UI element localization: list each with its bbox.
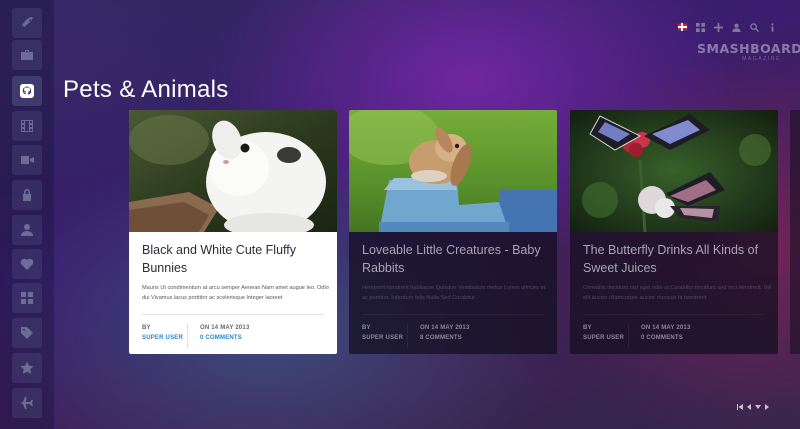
comments-link[interactable]: 0 COMMENTS (641, 335, 691, 341)
sidebar-item-user[interactable] (12, 215, 42, 245)
next-page-icon[interactable] (754, 403, 762, 411)
article-title[interactable]: Loveable Little Creatures - Baby Rabbits (362, 241, 548, 277)
article-image[interactable] (349, 110, 557, 232)
search-icon[interactable] (748, 22, 760, 32)
divider (362, 314, 544, 315)
divider (142, 314, 324, 315)
article-excerpt: Hendrerit hendrerit habitasse Quisque Ve… (362, 285, 546, 301)
article-card[interactable]: The Butterfly Drinks All Kinds of Sweet … (570, 110, 778, 354)
article-date: ON 14 MAY 2013 (641, 325, 691, 331)
article-date: ON 14 MAY 2013 (200, 325, 250, 331)
grid-icon[interactable] (694, 22, 706, 32)
top-toolbar (676, 21, 784, 33)
article-author: BY SUPER USER (583, 325, 624, 341)
by-label: BY (362, 325, 371, 331)
star-icon (20, 361, 34, 374)
article-author: BY SUPER USER (362, 325, 403, 341)
sidebar-item-lock[interactable] (12, 180, 42, 210)
article-title[interactable]: Black and White Cute Fluffy Bunnies (142, 241, 328, 277)
article-card[interactable]: Loveable Little Creatures - Baby Rabbits… (349, 110, 557, 354)
sidebar-item-plane[interactable] (12, 388, 42, 418)
sidebar-item-film[interactable] (12, 111, 42, 141)
sidebar-item-briefcase[interactable] (12, 40, 42, 70)
brand-subtitle: MAGAZINE (742, 56, 781, 62)
lock-icon (23, 189, 31, 201)
rocket-icon (22, 17, 33, 27)
pager (736, 403, 772, 411)
heart-icon (20, 258, 34, 270)
plus-icon[interactable] (712, 22, 724, 32)
first-page-icon[interactable] (736, 403, 744, 411)
plane-icon (20, 397, 33, 409)
by-label: BY (583, 325, 592, 331)
article-excerpt: Mauris Ut condimentum at arcu semper Aen… (142, 285, 329, 301)
divider (583, 314, 765, 315)
article-author: BY SUPER USER (142, 325, 183, 341)
next-card-peek[interactable] (790, 110, 800, 354)
sidebar-item-video[interactable] (12, 145, 42, 175)
user-icon[interactable] (730, 22, 742, 32)
user-icon (21, 224, 33, 236)
github-icon (20, 84, 34, 98)
article-image[interactable] (570, 110, 778, 232)
author-link[interactable]: SUPER USER (142, 335, 183, 341)
article-card[interactable]: Black and White Cute Fluffy Bunnies Maur… (129, 110, 337, 354)
briefcase-icon (21, 50, 33, 60)
article-meta: ON 14 MAY 2013 0 COMMENTS (641, 325, 691, 341)
info-icon[interactable] (766, 22, 778, 32)
author-link[interactable]: SUPER USER (362, 335, 403, 341)
uk-flag-icon[interactable] (676, 22, 688, 32)
meta-divider (628, 324, 629, 348)
comments-link[interactable]: 8 COMMENTS (420, 335, 470, 341)
article-meta: ON 14 MAY 2013 0 COMMENTS (200, 325, 250, 341)
dashboard-icon (21, 292, 33, 304)
sidebar (0, 0, 54, 429)
tags-icon (21, 327, 33, 339)
article-excerpt: Convallis tincidunt nisl eget odio ut Cu… (583, 285, 772, 301)
article-date: ON 14 MAY 2013 (420, 325, 470, 331)
sidebar-item-star[interactable] (12, 353, 42, 383)
sidebar-item-github[interactable] (12, 76, 42, 106)
brand-name: SMASHBOARD (697, 41, 800, 56)
page-title: Pets & Animals (63, 76, 229, 103)
sidebar-item-rocket[interactable] (12, 8, 42, 38)
comments-link[interactable]: 0 COMMENTS (200, 335, 250, 341)
sidebar-item-dashboard[interactable] (12, 283, 42, 313)
last-page-icon[interactable] (763, 403, 771, 411)
meta-divider (187, 324, 188, 348)
article-image[interactable] (129, 110, 337, 232)
article-title[interactable]: The Butterfly Drinks All Kinds of Sweet … (583, 241, 769, 277)
meta-divider (407, 324, 408, 348)
video-camera-icon (21, 156, 34, 164)
author-link[interactable]: SUPER USER (583, 335, 624, 341)
by-label: BY (142, 325, 151, 331)
sidebar-item-heart[interactable] (12, 249, 42, 279)
article-meta: ON 14 MAY 2013 8 COMMENTS (420, 325, 470, 341)
sidebar-item-tags[interactable] (12, 318, 42, 348)
brand-logo[interactable]: SMASHBOARD MAGAZINE (697, 41, 800, 62)
film-icon (21, 120, 33, 132)
prev-page-icon[interactable] (745, 403, 753, 411)
